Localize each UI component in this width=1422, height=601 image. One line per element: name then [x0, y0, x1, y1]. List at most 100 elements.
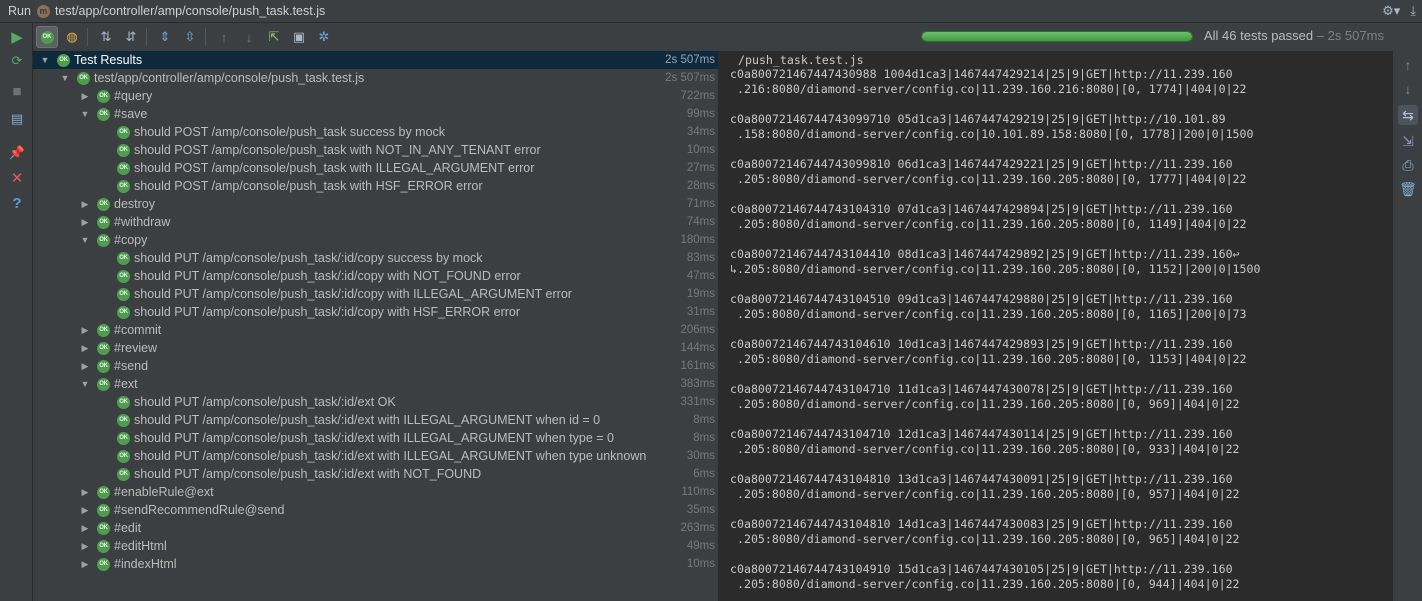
collapsed-arrow-icon[interactable]: ▶ [79, 487, 91, 498]
test-suite-row[interactable]: ▼ OK test/app/controller/amp/console/push_… [33, 69, 718, 87]
prev-failed-icon[interactable]: ↑ [213, 26, 235, 48]
collapsed-arrow-icon[interactable]: ▶ [79, 505, 91, 516]
passed-icon: OK [97, 503, 110, 517]
test-case-row[interactable]: OK should PUT /amp/console/push_task/:id/… [33, 267, 718, 285]
export-icon[interactable]: ⇱ [263, 26, 285, 48]
collapse-all-icon[interactable]: ⇳ [179, 26, 201, 48]
test-case-row[interactable]: OK should POST /amp/console/push_task wit… [33, 177, 718, 195]
settings-icon[interactable]: ✲ [313, 26, 335, 48]
console-line: c0a80072146744743104410 08d1ca3|14674474… [730, 247, 1240, 261]
test-suite-row[interactable]: ▶ OK #enableRule@ext 110ms [33, 483, 718, 501]
expanded-arrow-icon[interactable]: ▼ [59, 73, 71, 83]
gear-icon[interactable]: ⚙▾ [1382, 3, 1400, 19]
test-suite-row[interactable]: ▶ OK #editHtml 49ms [33, 537, 718, 555]
test-case-row[interactable]: OK should PUT /amp/console/push_task/:id/… [33, 285, 718, 303]
stop-icon[interactable]: ■ [7, 81, 27, 101]
scroll-down-icon[interactable]: ↓ [1398, 79, 1418, 99]
test-status: All 46 tests passed – 2s 507ms [1204, 28, 1384, 43]
run-icon[interactable]: ▶ [7, 27, 27, 47]
test-case-row[interactable]: OK should PUT /amp/console/push_task/:id/… [33, 249, 718, 267]
collapsed-arrow-icon[interactable]: ▶ [79, 325, 91, 336]
test-name: should PUT /amp/console/push_task/:id/ex… [134, 413, 601, 427]
collapsed-arrow-icon[interactable]: ▶ [79, 361, 91, 372]
test-case-row[interactable]: OK should PUT /amp/console/push_task/:id/… [33, 465, 718, 483]
test-results-tree: ▼ OK Test Results 2s 507ms ▼ OK test/app/contr… [33, 51, 718, 601]
test-duration: 31ms [686, 306, 715, 318]
test-suite-row[interactable]: ▶ OK destroy 71ms [33, 195, 718, 213]
test-suite-row[interactable]: ▶ OK #commit 206ms [33, 321, 718, 339]
test-root-row[interactable]: ▼ OK Test Results 2s 507ms [33, 51, 718, 69]
passed-icon: OK [97, 341, 110, 355]
scroll-up-icon[interactable]: ↑ [1398, 55, 1418, 75]
import-icon[interactable]: ▣ [288, 26, 310, 48]
test-case-row[interactable]: OK should PUT /amp/console/push_task/:id/… [33, 429, 718, 447]
layout-icon[interactable]: ▤ [7, 109, 27, 129]
console-line: c0a80072146744743104710 11d1ca3|14674474… [730, 382, 1233, 396]
test-name: Test Results [74, 53, 143, 67]
test-case-row[interactable]: OK should POST /amp/console/push_task wit… [33, 159, 718, 177]
test-suite-row[interactable]: ▼ OK #save 99ms [33, 105, 718, 123]
test-suite-row[interactable]: ▼ OK #copy 180ms [33, 231, 718, 249]
expanded-arrow-icon[interactable]: ▼ [79, 235, 91, 245]
test-name: test/app/controller/amp/console/push_tas… [94, 71, 365, 85]
collapsed-arrow-icon[interactable]: ▶ [79, 217, 91, 228]
test-suite-row[interactable]: ▶ OK #indexHtml 10ms [33, 555, 718, 573]
test-suite-row[interactable]: ▶ OK #edit 263ms [33, 519, 718, 537]
sort-duration-icon[interactable]: ⇵ [120, 26, 142, 48]
test-duration: 83ms [686, 252, 715, 264]
scroll-to-end-icon[interactable]: ⇲ [1398, 131, 1418, 151]
test-case-row[interactable]: OK should POST /amp/console/push_task suc… [33, 123, 718, 141]
collapsed-arrow-icon[interactable]: ▶ [79, 559, 91, 570]
expanded-arrow-icon[interactable]: ▼ [79, 379, 91, 389]
passed-icon: OK [117, 269, 130, 283]
test-suite-row[interactable]: ▶ OK #query 722ms [33, 87, 718, 105]
console-output[interactable]: /push_task.test.js c0a800721467447430988… [720, 51, 1392, 601]
pin-icon[interactable]: 📌 [7, 143, 27, 163]
toolbar-separator [146, 28, 147, 46]
test-duration: 331ms [680, 396, 715, 408]
clear-icon[interactable]: 🗑 [1398, 179, 1418, 199]
hide-panel-icon[interactable]: ⤓ [1410, 3, 1416, 19]
test-name: should PUT /amp/console/push_task/:id/co… [134, 287, 572, 301]
title-bar: Run m test/app/controller/amp/console/pu… [0, 0, 1422, 23]
console-line: c0a80072146744743099710 05d1ca3|14674474… [730, 112, 1226, 126]
test-case-row[interactable]: OK should PUT /amp/console/push_task/:id/… [33, 303, 718, 321]
collapsed-arrow-icon[interactable]: ▶ [79, 343, 91, 354]
test-case-row[interactable]: OK should POST /amp/console/push_task wit… [33, 141, 718, 159]
expanded-arrow-icon[interactable]: ▼ [39, 55, 51, 65]
test-suite-row[interactable]: ▼ OK #ext 383ms [33, 375, 718, 393]
sort-alpha-icon[interactable]: ⇅ [95, 26, 117, 48]
test-duration: 110ms [681, 486, 715, 498]
next-failed-icon[interactable]: ↓ [238, 26, 260, 48]
show-passed-icon[interactable]: OK [36, 26, 58, 48]
test-case-row[interactable]: OK should PUT /amp/console/push_task/:id/… [33, 411, 718, 429]
console-header: /push_task.test.js [738, 53, 864, 67]
test-name: #save [114, 107, 148, 121]
show-ignored-icon[interactable]: ◍ [61, 26, 83, 48]
passed-icon: OK [97, 197, 110, 211]
run-tool-label: Run [8, 4, 31, 18]
collapsed-arrow-icon[interactable]: ▶ [79, 91, 91, 102]
collapsed-arrow-icon[interactable]: ▶ [79, 541, 91, 552]
console-line: .205:8080/diamond-server/config.co|11.23… [730, 532, 1240, 546]
print-icon[interactable]: ⎙ [1398, 155, 1418, 175]
close-icon[interactable]: ✕ [7, 168, 27, 188]
rerun-failed-icon[interactable]: ⟳ [7, 51, 27, 71]
test-suite-row[interactable]: ▶ OK #send 161ms [33, 357, 718, 375]
test-duration: 34ms [686, 126, 715, 138]
passed-icon: OK [117, 287, 130, 301]
expanded-arrow-icon[interactable]: ▼ [79, 109, 91, 119]
collapsed-arrow-icon[interactable]: ▶ [79, 199, 91, 210]
soft-wrap-icon[interactable]: ⇆ [1398, 105, 1418, 125]
test-suite-row[interactable]: ▶ OK #sendRecommendRule@send 35ms [33, 501, 718, 519]
test-case-row[interactable]: OK should PUT /amp/console/push_task/:id/… [33, 447, 718, 465]
console-line: c0a80072146744743104810 13d1ca3|14674474… [730, 472, 1233, 486]
help-icon[interactable]: ? [7, 193, 27, 213]
collapsed-arrow-icon[interactable]: ▶ [79, 523, 91, 534]
test-duration: 722ms [680, 90, 715, 102]
test-suite-row[interactable]: ▶ OK #review 144ms [33, 339, 718, 357]
test-name: should PUT /amp/console/push_task/:id/ex… [134, 431, 614, 445]
expand-all-icon[interactable]: ⇕ [154, 26, 176, 48]
test-suite-row[interactable]: ▶ OK #withdraw 74ms [33, 213, 718, 231]
test-case-row[interactable]: OK should PUT /amp/console/push_task/:id/… [33, 393, 718, 411]
